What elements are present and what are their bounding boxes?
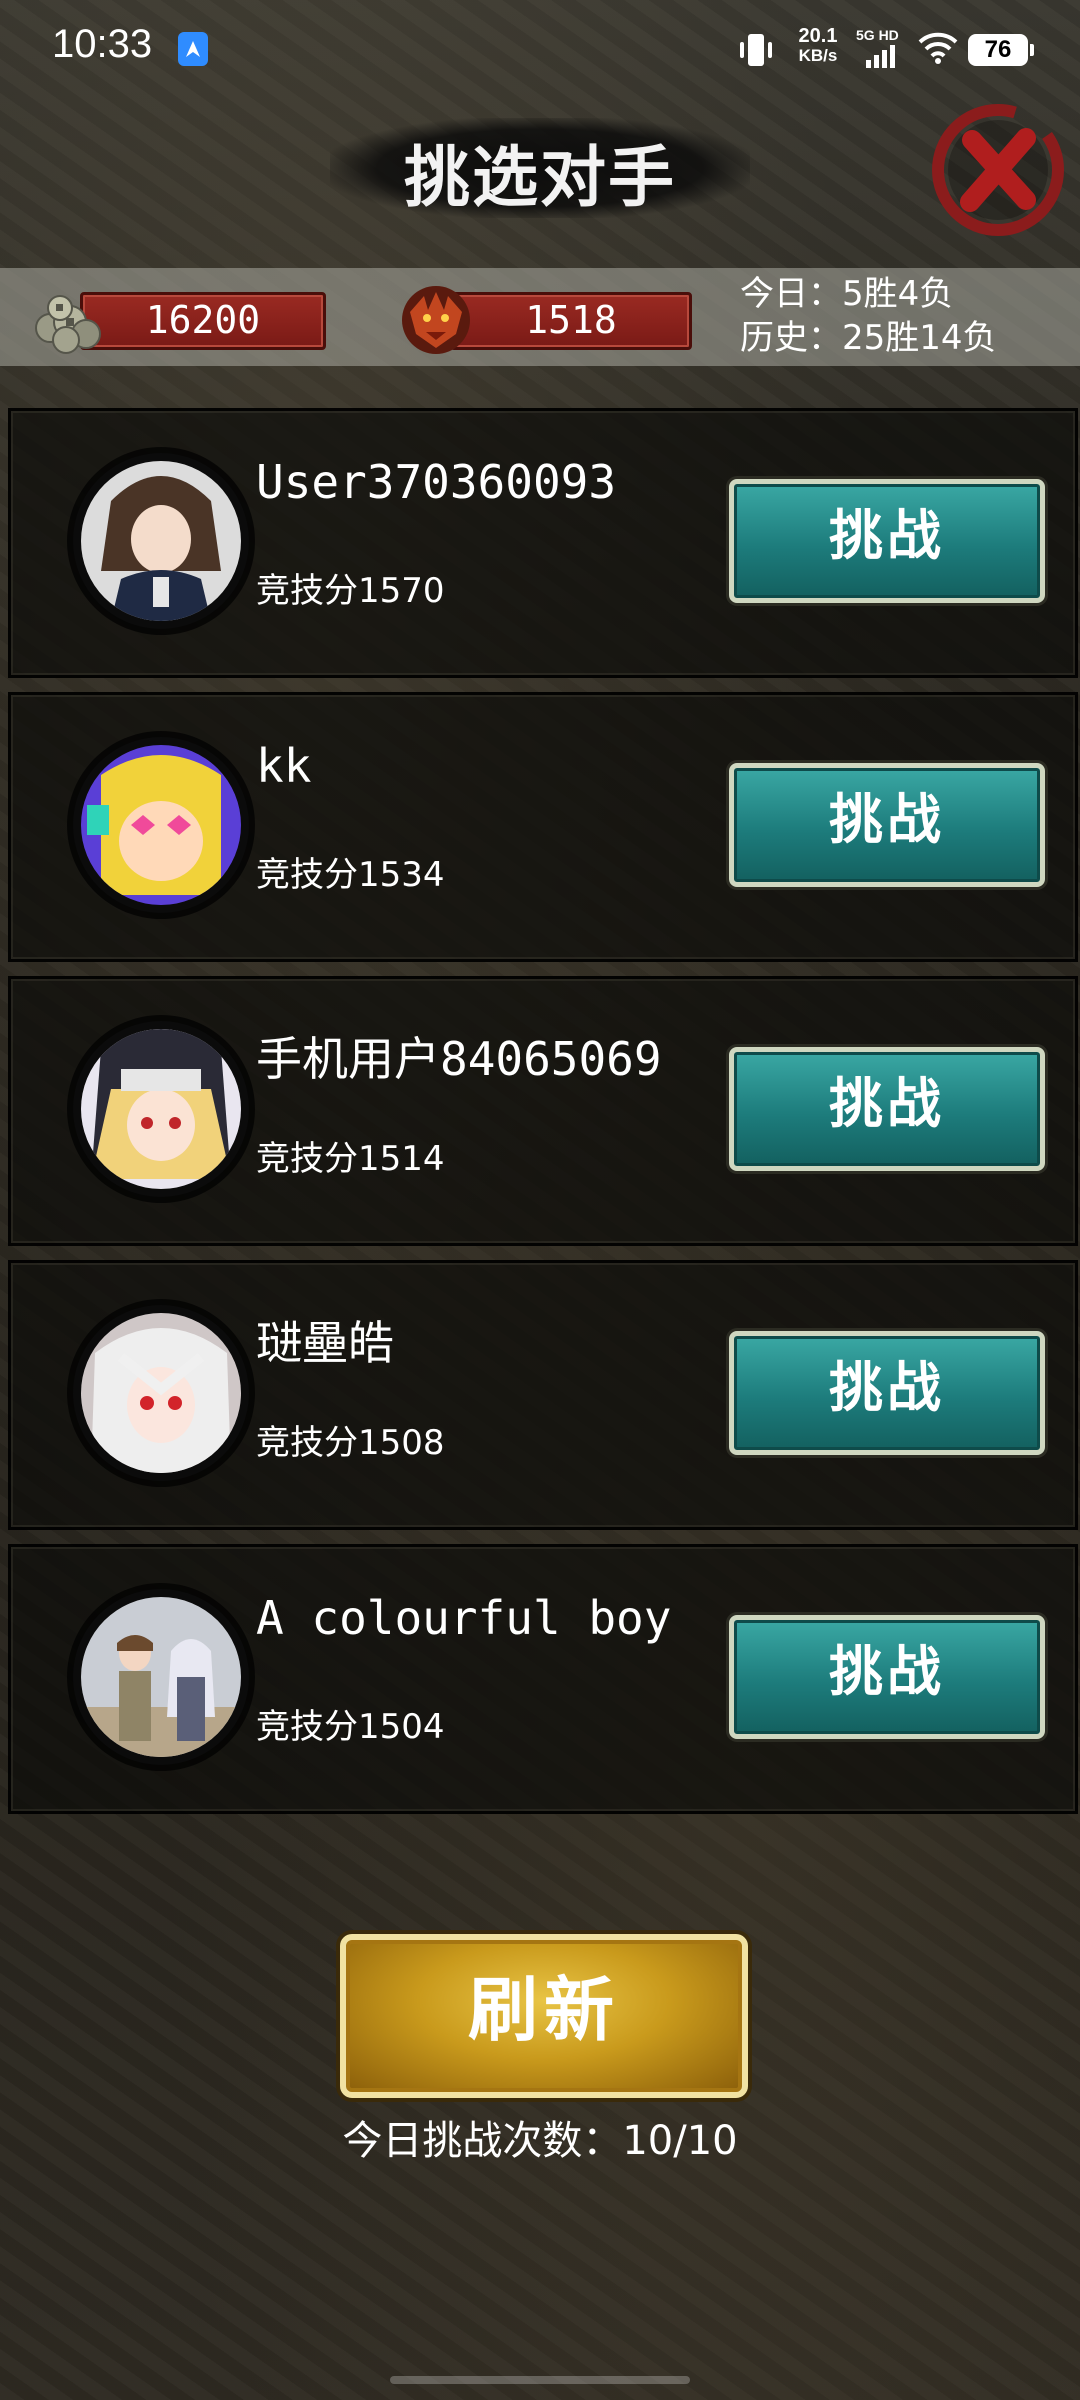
opponent-card: User370360093 竞技分1570 挑战 [8, 408, 1078, 678]
opponent-score: 竞技分1508 [256, 1423, 445, 1463]
opponent-name: 琎壘皓 [256, 1316, 394, 1370]
opponent-card: 手机用户84065069 竞技分1514 挑战 [8, 976, 1078, 1246]
wifi-icon [918, 30, 958, 69]
coin-counter: 16200 [30, 282, 330, 354]
avatar [73, 453, 249, 629]
vibrate-icon [734, 30, 778, 75]
coin-pile-icon [30, 282, 106, 358]
opponent-score: 竞技分1504 [256, 1707, 445, 1747]
challenge-button[interactable]: 挑战 [729, 1615, 1045, 1739]
challenge-button[interactable]: 挑战 [729, 1047, 1045, 1171]
avatar [73, 1021, 249, 1197]
gesture-bar [390, 2376, 690, 2384]
opponent-card: 琎壘皓 竞技分1508 挑战 [8, 1260, 1078, 1530]
navigation-app-icon [178, 32, 208, 66]
opponent-card: A colourful boy 竞技分1504 挑战 [8, 1544, 1078, 1814]
close-button[interactable] [928, 100, 1068, 240]
challenge-button[interactable]: 挑战 [729, 1331, 1045, 1455]
dragon-emblem-icon [398, 282, 474, 358]
battery-indicator: 76 [968, 34, 1034, 66]
status-time: 10:33 [52, 22, 153, 66]
opponent-name: A colourful boy [256, 1591, 672, 1645]
today-record: 今日：5胜4负 [740, 274, 954, 314]
opponent-name: 手机用户84065069 [256, 1032, 662, 1086]
refresh-button[interactable]: 刷新 [340, 1934, 748, 2098]
history-record: 历史：25胜14负 [740, 318, 997, 358]
opponent-score: 竞技分1514 [256, 1139, 445, 1179]
daily-challenge-count: 今日挑战次数：10/10 [342, 2118, 738, 2164]
opponent-name: kk [256, 739, 312, 793]
status-bar: 10:33 20.1 KB/s 5G HD 76 [0, 0, 1080, 92]
avatar [73, 1589, 249, 1765]
page-title: 挑选对手 [404, 139, 676, 216]
close-icon [932, 104, 1064, 236]
opponent-card: kk 竞技分1534 挑战 [8, 692, 1078, 962]
avatar [73, 1305, 249, 1481]
opponent-name: User370360093 [256, 455, 617, 509]
rank-point-counter: 1518 [398, 282, 698, 354]
opponent-score: 竞技分1534 [256, 855, 445, 895]
signal-icon [866, 44, 902, 73]
network-type-label: 5G HD [856, 27, 899, 43]
win-loss-record: 今日：5胜4负 历史：25胜14负 [740, 272, 997, 360]
opponent-score: 竞技分1570 [256, 571, 445, 611]
challenge-button[interactable]: 挑战 [729, 763, 1045, 887]
challenge-button[interactable]: 挑战 [729, 479, 1045, 603]
avatar [73, 737, 249, 913]
network-speed: 20.1 KB/s [798, 25, 838, 65]
choose-opponent-screen: 10:33 20.1 KB/s 5G HD 76 挑选对手 16200 1518… [0, 0, 1080, 2400]
